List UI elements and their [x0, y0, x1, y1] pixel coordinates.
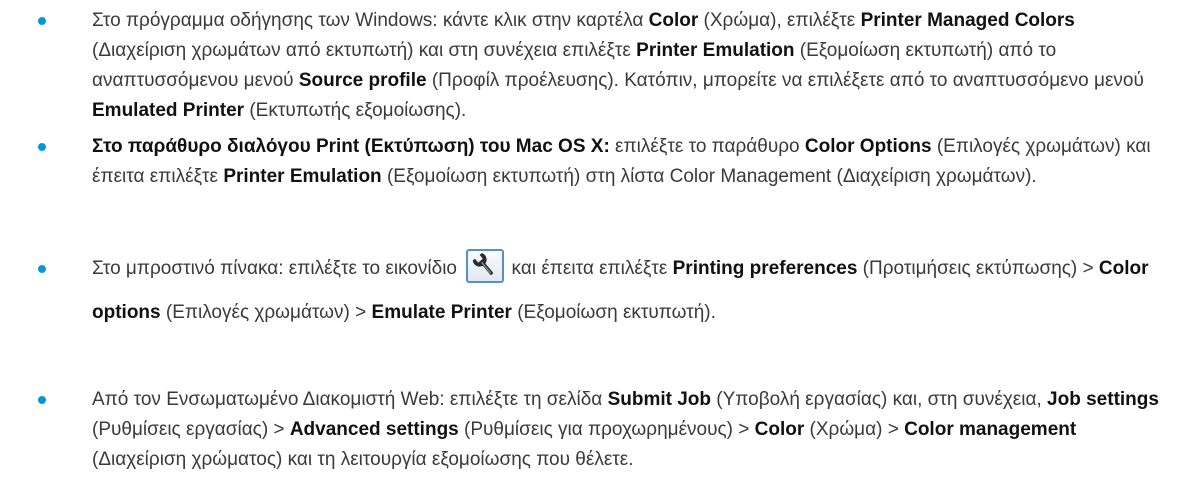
list-item-text: Στο πρόγραμμα οδήγησης των Windows: κάντ… [92, 10, 1144, 121]
list-item-text: Στο μπροστινό πίνακα: επιλέξτε το εικονί… [92, 247, 1162, 335]
list-item-text: Από τον Ενσωματωμένο Διακομιστή Web: επι… [92, 389, 1159, 470]
bullet-icon [38, 143, 46, 151]
bullet-list: Στο πρόγραμμα οδήγησης των Windows: κάντ… [0, 0, 1183, 485]
list-item: Στο παράθυρο διαλόγου Print (Εκτύπωση) τ… [38, 132, 1162, 192]
bullet-icon [38, 396, 46, 404]
wrench-icon [466, 248, 505, 283]
bullet-icon [38, 265, 46, 273]
list-item: Από τον Ενσωματωμένο Διακομιστή Web: επι… [38, 385, 1162, 475]
list-item: Στο πρόγραμμα οδήγησης των Windows: κάντ… [38, 6, 1162, 126]
list-item: Στο μπροστινό πίνακα: επιλέξτε το εικονί… [38, 247, 1162, 335]
list-item-text: Στο παράθυρο διαλόγου Print (Εκτύπωση) τ… [92, 136, 1151, 187]
bullet-icon [38, 17, 46, 25]
